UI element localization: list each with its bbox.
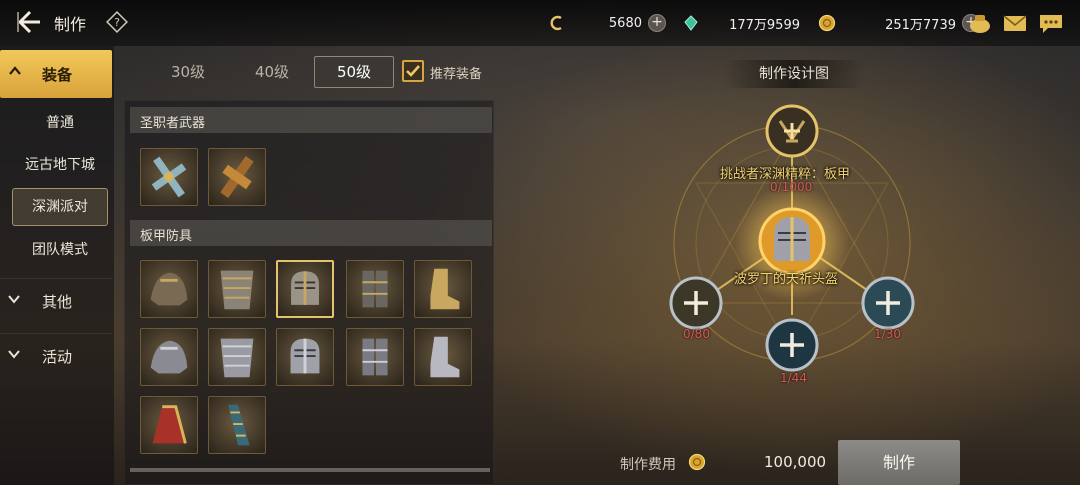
category-label: 其他 (42, 293, 73, 311)
boots-icon (430, 336, 460, 378)
svg-text:?: ? (114, 16, 120, 29)
chest-armor-icon (220, 270, 254, 310)
crafting-diagram (669, 104, 915, 372)
belt-icon (152, 405, 187, 444)
section-header-plate-armor: 板甲防具 (130, 220, 492, 246)
craft-cost-label: 制作费用 (620, 457, 676, 473)
sub-item-abyss-party[interactable]: 深渊派对 (12, 188, 108, 226)
currency-value: 251万7739 (885, 17, 956, 33)
section-title: 圣职者武器 (140, 116, 206, 131)
item-slot-legs-2[interactable] (346, 328, 404, 386)
tab-level-30[interactable]: 30级 (148, 56, 228, 88)
right-material-count: 1/30 (874, 327, 901, 341)
chat-icon[interactable] (1038, 11, 1064, 35)
add-currency-button[interactable]: + (648, 14, 666, 32)
item-slot-belt[interactable] (140, 396, 198, 454)
item-slot-boots[interactable] (414, 260, 472, 318)
category-equipment[interactable]: 装备 (0, 50, 112, 98)
item-slot-shoulder-2[interactable] (140, 328, 198, 386)
top-bar: 制作 ? 5680 + 177万9599 251万7739 + (0, 0, 1080, 46)
bottom-material-count: 1/44 (780, 371, 807, 385)
tab-level-50[interactable]: 50级 (314, 56, 394, 88)
currency-gold-coin: 251万7739 + (818, 13, 980, 33)
leg-armor-icon (362, 270, 388, 308)
material-slot-left[interactable] (669, 276, 723, 330)
target-item-name: 波罗丁的天祈头盔 (734, 272, 839, 287)
sub-item-normal[interactable]: 普通 (12, 104, 108, 142)
green-gem-icon (684, 15, 698, 31)
item-slot-chest-2[interactable] (208, 328, 266, 386)
cross-weapon-icon (151, 156, 187, 198)
sub-item-ancient-dungeon[interactable]: 远古地下城 (12, 146, 108, 184)
item-slot-totem-weapon[interactable] (208, 148, 266, 206)
tab-level-40[interactable]: 40级 (232, 56, 312, 88)
recommend-label: 推荐装备 (430, 67, 483, 82)
item-slot-chest[interactable] (208, 260, 266, 318)
back-arrow-icon[interactable] (14, 8, 44, 36)
category-label: 装备 (42, 66, 73, 84)
pouch-icon[interactable] (967, 11, 993, 35)
craft-button[interactable]: 制作 (838, 440, 960, 485)
section-header-weapons: 圣职者武器 (130, 107, 492, 133)
section-title: 板甲防具 (140, 229, 193, 244)
item-slot-helmet-2[interactable] (276, 328, 334, 386)
totem-weapon-icon (220, 156, 254, 198)
item-slot-boots-2[interactable] (414, 328, 472, 386)
craft-cost-value: 100,000 (764, 453, 827, 471)
helmet-icon (290, 338, 320, 374)
scroll-thumb[interactable] (130, 468, 490, 472)
item-slot-legs-3[interactable] (208, 396, 266, 454)
leg-armor-icon (362, 338, 388, 376)
chevron-down-icon (8, 295, 20, 304)
item-slot-cross-weapon[interactable] (140, 148, 198, 206)
currency-green-gem: 177万9599 (682, 13, 800, 33)
currency-value: 5680 (608, 15, 642, 31)
chest-armor-icon (220, 338, 254, 378)
help-icon[interactable]: ? (106, 11, 128, 33)
shoulder-armor-icon (150, 272, 188, 306)
c-coin-icon (550, 15, 562, 31)
gold-coin-icon (818, 14, 836, 32)
chevron-down-icon (8, 350, 20, 359)
design-heading: 制作设计图 (724, 60, 864, 88)
category-label: 活动 (42, 348, 73, 366)
boots-icon (430, 268, 460, 310)
page-title: 制作 (54, 15, 87, 34)
left-material-count: 0/80 (683, 327, 710, 341)
chevron-up-icon (9, 66, 21, 75)
material-slot-right[interactable] (861, 276, 915, 330)
item-slot-helmet[interactable] (276, 260, 334, 318)
mail-icon[interactable] (1002, 11, 1028, 35)
material-slot-bottom[interactable] (765, 318, 819, 372)
gold-coin-icon (688, 453, 706, 471)
recommend-checkbox[interactable] (402, 60, 424, 82)
category-other[interactable]: 其他 (0, 278, 112, 322)
item-slot-legs[interactable] (346, 260, 404, 318)
material-slot-top[interactable] (765, 104, 819, 158)
helmet-icon (291, 271, 319, 305)
target-item-helmet[interactable] (758, 207, 826, 275)
category-events[interactable]: 活动 (0, 333, 112, 377)
item-list-scrollbar[interactable] (130, 468, 490, 472)
item-slot-shoulder[interactable] (140, 260, 198, 318)
category-sidebar: 装备 普通 远古地下城 深渊派对 团队模式 其他 活动 (0, 46, 114, 485)
currency-value: 177万9599 (729, 17, 800, 33)
currency-c-coin: 5680 + (548, 13, 666, 33)
check-icon (406, 65, 420, 77)
top-material-count: 0/1000 (770, 180, 813, 194)
leg-armor-icon (228, 404, 250, 446)
shoulder-armor-icon (150, 340, 188, 374)
sub-item-raid-mode[interactable]: 团队模式 (12, 231, 108, 269)
